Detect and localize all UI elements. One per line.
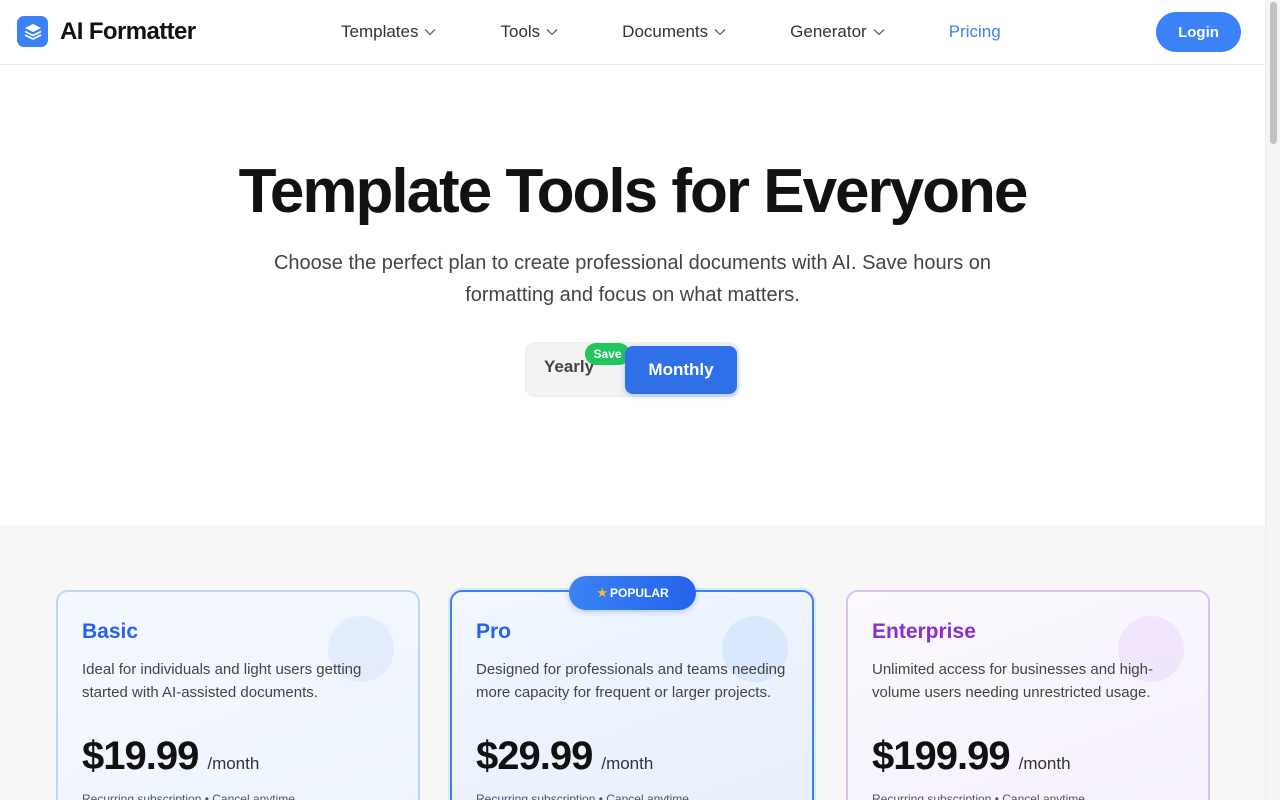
billing-toggle-monthly[interactable]: Monthly (625, 346, 737, 394)
nav-item-generator[interactable]: Generator (790, 22, 885, 42)
login-button[interactable]: Login (1156, 12, 1241, 52)
plan-price: $199.99 (872, 734, 1011, 778)
top-navbar: AI Formatter Templates Tools Documents G… (0, 0, 1265, 65)
brand-logo[interactable]: AI Formatter (17, 16, 196, 47)
nav-item-label: Generator (790, 22, 867, 41)
nav-item-templates[interactable]: Templates (341, 22, 436, 42)
price-row: $29.99 /month (476, 734, 653, 779)
plan-card-enterprise[interactable]: Enterprise Unlimited access for business… (846, 590, 1210, 800)
plan-name: Pro (476, 620, 512, 643)
page-scrollbar[interactable] (1265, 0, 1280, 800)
scrollbar-thumb[interactable] (1270, 2, 1277, 144)
page-subtitle: Choose the perfect plan to create profes… (273, 252, 992, 306)
plan-name: Basic (82, 620, 139, 643)
plan-card-pro[interactable]: Pro Designed for professionals and teams… (450, 590, 814, 800)
plan-period: /month (601, 754, 654, 773)
billing-note: Recurring subscription • Cancel anytime (476, 792, 689, 800)
nav-item-label: Documents (622, 22, 709, 41)
plan-period: /month (207, 754, 260, 773)
popular-badge: ★ POPULAR (569, 576, 696, 610)
plan-description: Ideal for individuals and light users ge… (82, 661, 362, 701)
nav-item-pricing[interactable]: Pricing (949, 22, 1001, 42)
price-row: $19.99 /month (82, 734, 259, 779)
main-nav: Templates Tools Documents Generator Pric… (341, 0, 1001, 64)
popular-badge-label: POPULAR (609, 586, 669, 600)
nav-item-label: Pricing (948, 22, 1001, 41)
chevron-down-icon (873, 28, 885, 36)
brand-name: AI Formatter (60, 17, 196, 45)
nav-item-label: Tools (500, 22, 541, 41)
chevron-down-icon (424, 28, 436, 36)
plan-description: Unlimited access for businesses and high… (872, 661, 1153, 701)
nav-item-label: Templates (341, 22, 419, 41)
plan-name: Enterprise (872, 620, 976, 643)
page-title: Template Tools for Everyone (238, 157, 1029, 226)
chevron-down-icon (714, 28, 726, 36)
billing-note: Recurring subscription • Cancel anytime (872, 792, 1085, 800)
plan-price: $29.99 (476, 734, 593, 778)
save-badge: Save (585, 343, 630, 365)
plan-period: /month (1018, 754, 1071, 773)
nav-item-documents[interactable]: Documents (622, 22, 726, 42)
nav-item-tools[interactable]: Tools (500, 22, 558, 42)
chevron-down-icon (546, 28, 558, 36)
star-icon: ★ (596, 585, 608, 600)
plan-price: $19.99 (82, 734, 199, 778)
plan-card-basic[interactable]: Basic Ideal for individuals and light us… (56, 590, 420, 800)
billing-note: Recurring subscription • Cancel anytime (82, 792, 295, 800)
billing-toggle: Yearly Save Monthly (525, 342, 739, 397)
price-row: $199.99 /month (872, 734, 1071, 779)
layers-icon (17, 16, 48, 47)
plan-description: Designed for professionals and teams nee… (476, 661, 786, 701)
